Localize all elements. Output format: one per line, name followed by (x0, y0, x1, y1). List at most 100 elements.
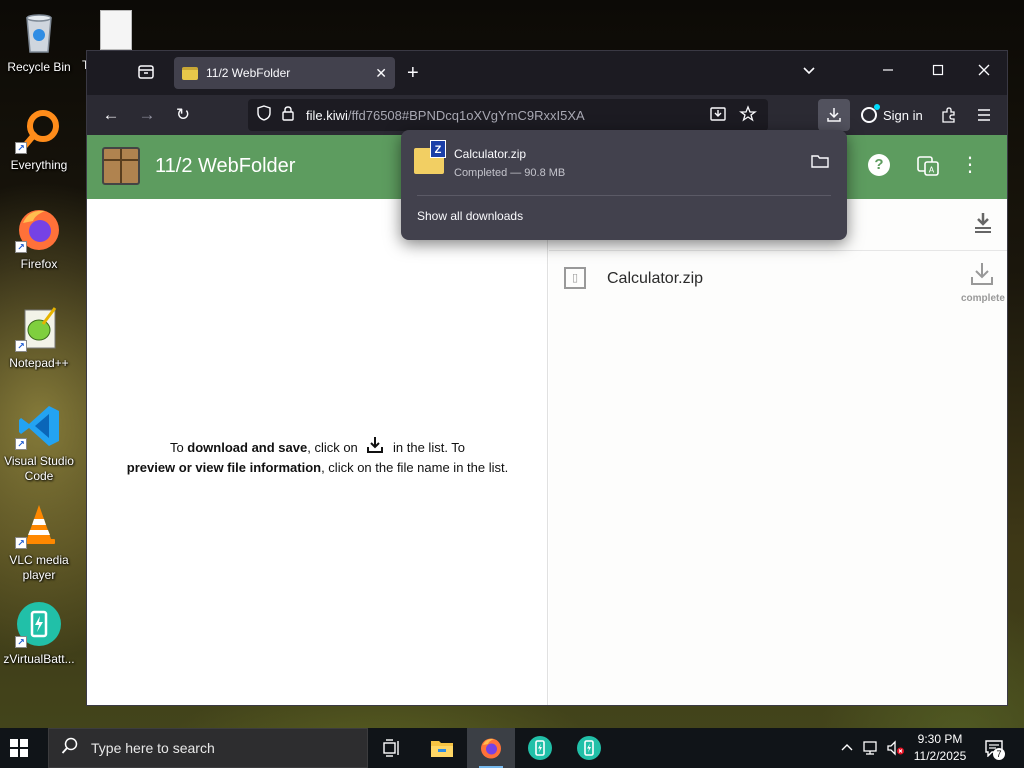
clock-time: 9:30 PM (917, 732, 963, 746)
shortcut-arrow-icon: ↗ (15, 142, 27, 154)
recycle-bin-icon (15, 8, 63, 56)
taskbar-virtual-battery-2[interactable] (565, 728, 613, 768)
taskbar-file-explorer[interactable] (418, 728, 466, 768)
desktop-icon-label: Notepad++ (9, 356, 69, 370)
translate-language-icon[interactable]: A (915, 154, 941, 183)
help-button[interactable]: ? (868, 154, 894, 176)
desktop-icon-label: VLC media player (9, 553, 69, 582)
file-list-pane: ▯ Calculator.zip complete (549, 199, 1007, 705)
firefox-view-icon[interactable] (137, 63, 155, 86)
clock-date: 11/2/2025 (913, 749, 967, 763)
downloads-panel: Z Calculator.zip Completed — 90.8 MB Sho… (401, 130, 847, 240)
windows-start-icon[interactable] (10, 739, 28, 757)
download-arrow-icon (827, 108, 841, 122)
file-download-icon[interactable] (969, 261, 995, 293)
file-row[interactable]: ▯ Calculator.zip complete (549, 251, 1007, 309)
hint-text: in the list. To (389, 440, 466, 455)
winzip-file-icon: Z (414, 140, 446, 174)
tracking-shield-icon[interactable] (254, 105, 274, 125)
reload-button[interactable]: ↻ (171, 103, 195, 127)
download-icon (365, 436, 385, 457)
hint-text: , click on (307, 440, 362, 455)
download-all-icon[interactable] (973, 211, 993, 241)
virtual-battery-icon: ↗ (15, 600, 63, 648)
desktop-icon-everything[interactable]: ↗ Everything (2, 106, 76, 173)
url-text[interactable]: file.kiwi/ffd76508#BPNDcq1oXVgYmC9RxxI5X… (306, 108, 585, 123)
shortcut-arrow-icon: ↗ (15, 241, 27, 253)
forward-button[interactable]: → (135, 103, 159, 127)
tab-webfolder[interactable]: 11/2 WebFolder ✕ (174, 57, 395, 89)
page-title: 11/2 WebFolder (155, 155, 296, 177)
virtual-battery-icon (577, 736, 601, 760)
hint-bold-text: preview or view file information (126, 460, 322, 475)
bookmark-star-icon[interactable] (738, 105, 758, 125)
taskbar: Type here to search 9:30 PM 11/2/2025 7 (0, 728, 1024, 768)
app-menu-hamburger-icon[interactable] (972, 103, 996, 127)
desktop-icon-label: Recycle Bin (7, 60, 71, 74)
desktop-icon-label: Visual Studio Code (4, 454, 74, 483)
extensions-puzzle-icon[interactable] (937, 103, 961, 127)
file-info-pane: To download and save, click on in the li… (87, 199, 548, 705)
download-file-name: Calculator.zip (454, 147, 527, 161)
sign-in-label: Sign in (883, 107, 923, 123)
address-bar[interactable]: file.kiwi/ffd76508#BPNDcq1oXVgYmC9RxxI5X… (248, 99, 768, 131)
show-in-folder-icon[interactable] (811, 153, 829, 173)
volume-muted-icon[interactable] (886, 728, 906, 768)
maximize-button[interactable] (931, 63, 945, 82)
minimize-button[interactable] (881, 63, 895, 82)
downloads-button[interactable] (818, 99, 850, 131)
desktop-icon-virtual-battery[interactable]: ↗ zVirtualBatt... (2, 600, 76, 667)
help-question-icon: ? (868, 154, 890, 176)
desktop-icon-firefox[interactable]: ↗ Firefox (2, 205, 76, 272)
close-window-button[interactable] (977, 63, 991, 82)
firefox-icon (481, 738, 501, 759)
task-view-button[interactable] (368, 728, 416, 768)
new-tab-button[interactable]: + (407, 62, 419, 85)
show-all-downloads-link[interactable]: Show all downloads (417, 209, 523, 223)
desktop-icon-label: Firefox (20, 257, 58, 271)
show-hidden-icons-chevron-up-icon[interactable] (840, 728, 854, 768)
desktop-icon-label: zVirtualBatt... (3, 652, 75, 666)
lock-icon[interactable] (278, 105, 298, 125)
download-item[interactable]: Z Calculator.zip Completed — 90.8 MB (409, 138, 839, 188)
save-to-pocket-download-icon[interactable] (708, 105, 728, 125)
notification-dot (874, 104, 880, 110)
browser-titlebar: 11/2 WebFolder ✕ + (87, 51, 1007, 95)
taskbar-clock[interactable]: 9:30 PM 11/2/2025 (907, 731, 973, 765)
url-host: file.kiwi (306, 107, 348, 123)
hint-text: To (169, 440, 188, 455)
tab-close-icon[interactable]: ✕ (375, 65, 387, 82)
hint-text: , click on the file name in the list. (321, 460, 509, 475)
sign-in-button[interactable]: Sign in (853, 99, 927, 131)
firefox-icon: ↗ (15, 205, 63, 253)
taskbar-search-box[interactable]: Type here to search (48, 728, 368, 768)
folder-favicon-icon (182, 66, 198, 80)
more-options-vertical-dots-icon[interactable]: ⋮ (957, 152, 983, 177)
network-icon[interactable] (862, 728, 880, 768)
zip-file-icon: ▯ (564, 267, 586, 289)
desktop-icon-recycle-bin[interactable]: Recycle Bin (2, 8, 76, 75)
everything-search-icon: ↗ (15, 106, 63, 154)
file-name-link[interactable]: Calculator.zip (607, 270, 703, 288)
desktop-icon-notepad-plus-plus[interactable]: ↗ Notepad++ (2, 304, 76, 371)
notepad-plus-plus-icon: ↗ (15, 304, 63, 352)
back-button[interactable]: ← (99, 103, 123, 127)
desktop-icon-document[interactable] (100, 10, 134, 50)
url-path: /ffd76508#BPNDcq1oXVgYmC9RxxI5XA (347, 107, 585, 123)
virtual-battery-icon (528, 736, 552, 760)
search-placeholder: Type here to search (91, 740, 215, 756)
search-icon (61, 737, 83, 759)
desktop-icon-vscode[interactable]: ↗ Visual Studio Code (2, 402, 76, 484)
task-view-icon (383, 739, 399, 757)
taskbar-firefox[interactable] (467, 728, 515, 768)
divider (417, 195, 831, 196)
navigation-toolbar: ← → ↻ file.kiwi/ffd76508#BPNDcq1oXVgYmC9… (87, 95, 1007, 135)
file-status: complete (961, 293, 1005, 304)
shortcut-arrow-icon: ↗ (15, 340, 27, 352)
file-explorer-folder-icon (431, 741, 453, 757)
list-all-tabs-chevron-down-icon[interactable] (801, 62, 817, 83)
shortcut-arrow-icon: ↗ (15, 636, 27, 648)
shortcut-arrow-icon: ↗ (15, 537, 27, 549)
desktop-icon-vlc[interactable]: ↗ VLC media player (2, 501, 76, 583)
taskbar-virtual-battery-1[interactable] (516, 728, 564, 768)
